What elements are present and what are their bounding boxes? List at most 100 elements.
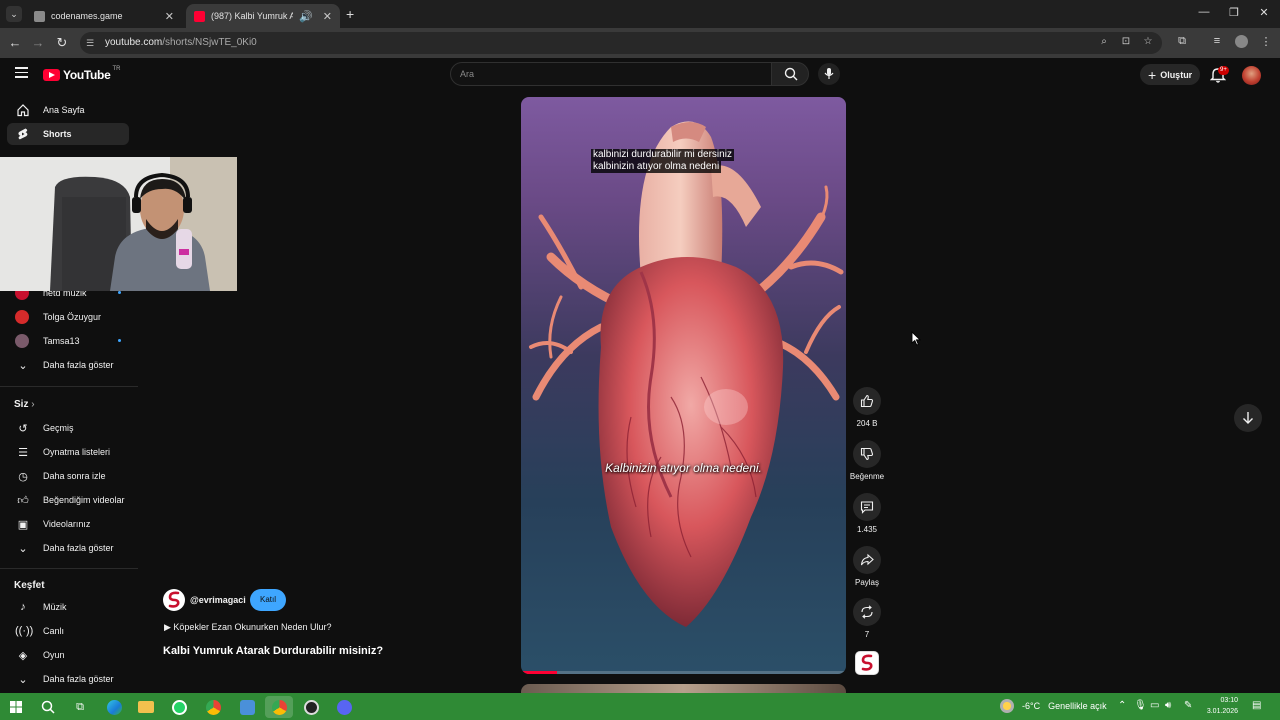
install-app-icon[interactable]: ⊡ [1119, 36, 1133, 47]
account-avatar[interactable] [1242, 66, 1261, 85]
system-clock[interactable]: 03:10 3.01.2026 [1198, 695, 1238, 717]
arrow-down-icon [1243, 412, 1253, 424]
task-view-button[interactable]: ⧉ [66, 696, 94, 718]
whatsapp-icon [171, 699, 187, 715]
related-video-link[interactable]: ▶ Köpekler Ezan Okunurken Neden Ulur? [164, 622, 332, 633]
browser-tab-codenames[interactable]: codenames.game ✕ [26, 4, 182, 28]
media-control-icon[interactable]: ≡ [1209, 35, 1225, 47]
browser-menu-icon[interactable]: ⋮ [1258, 35, 1274, 48]
taskbar-app-obs[interactable] [297, 696, 325, 718]
like-count: 204 B [856, 419, 878, 428]
sidebar-item-gaming[interactable]: ◈ Oyun [7, 644, 129, 666]
notification-center-icon[interactable]: ▤ [1252, 700, 1261, 711]
shorts-video-player[interactable]: kalbinizi durdurabilir mi dersiniz kalbi… [521, 97, 846, 674]
taskbar-app-discord[interactable] [330, 696, 358, 718]
sidebar-subs-show-more[interactable]: ⌄ Daha fazla göster [7, 354, 129, 376]
sidebar-item-history[interactable]: ↺ Geçmiş [7, 417, 129, 439]
window-close-icon[interactable]: ✕ [1256, 6, 1272, 19]
menu-icon[interactable] [15, 67, 28, 81]
channel-name[interactable]: @evrimagaci [190, 595, 246, 605]
taskbar-app-chrome[interactable] [199, 696, 227, 718]
comment-icon [860, 501, 874, 514]
sidebar-you-show-more[interactable]: ⌄ Daha fazla göster [7, 537, 129, 559]
restore-icon[interactable]: ❐ [1226, 6, 1242, 19]
chevron-down-icon: ⌄ [18, 542, 28, 555]
browser-tab-strip: ⌄ codenames.game ✕ (987) Kalbi Yumruk At… [0, 0, 1280, 28]
sidebar-item-your-videos[interactable]: ▣ Videolarınız [7, 513, 129, 535]
volume-icon[interactable]: 🔊︎ [1165, 700, 1171, 711]
microphone-icon[interactable]: 🎙︎ [1134, 700, 1147, 711]
sidebar-item-music[interactable]: ♪ Müzik [7, 596, 129, 618]
divider [0, 568, 138, 569]
browser-tab-youtube[interactable]: (987) Kalbi Yumruk Atarak D 🔊 ✕ [186, 4, 340, 28]
taskbar-app-edge[interactable] [100, 696, 128, 718]
sound-channel-avatar[interactable] [855, 651, 879, 675]
remix-count: 7 [864, 630, 870, 639]
clock-icon: ◷ [18, 470, 28, 483]
taskbar-app-chrome-active[interactable] [265, 696, 293, 718]
dislike-label: Beğenme [849, 472, 885, 481]
next-short-button[interactable] [1234, 404, 1262, 432]
sidebar-item-home[interactable]: Ana Sayfa [7, 99, 129, 121]
share-button[interactable] [853, 546, 881, 574]
forward-icon[interactable]: → [30, 35, 46, 51]
sidebar-subscription-tamsa13[interactable]: Tamsa13 [7, 330, 129, 352]
network-icon[interactable]: ▭ [1150, 700, 1159, 711]
zoom-icon[interactable]: ⌕ [1097, 36, 1111, 47]
new-tab-button[interactable]: + [346, 6, 354, 22]
sidebar-item-playlists[interactable]: ☰ Oynatma listeleri [7, 441, 129, 463]
sidebar-item-shorts[interactable]: Shorts [7, 123, 129, 145]
close-tab-icon[interactable]: ✕ [165, 10, 174, 23]
taskbar-search-button[interactable] [34, 696, 62, 718]
pen-icon[interactable]: ✎ [1184, 700, 1192, 711]
playlist-icon: ☰ [18, 446, 28, 459]
start-button[interactable] [2, 696, 30, 718]
channel-avatar [15, 310, 29, 324]
taskbar-app-whatsapp[interactable] [165, 696, 193, 718]
chevron-down-icon: ⌄ [18, 359, 28, 372]
video-progress-bar[interactable] [521, 671, 846, 674]
site-info-icon[interactable]: ☰ [86, 37, 98, 49]
youtube-logo[interactable]: YouTube TR [43, 66, 120, 82]
profile-icon[interactable] [1233, 35, 1249, 51]
extensions-icon[interactable]: ⧉ [1174, 35, 1190, 48]
address-bar[interactable]: ☰ youtube.com/shorts/NSjwTE_0Ki0 ⌕ ⊡ ☆ [80, 32, 1162, 54]
close-tab-icon[interactable]: ✕ [323, 10, 332, 23]
weather-widget[interactable]: -6°C Genellikle açık [1000, 699, 1107, 713]
voice-search-button[interactable] [818, 63, 840, 85]
home-icon [17, 104, 29, 117]
windows-logo-icon [10, 701, 22, 713]
search-button[interactable] [771, 62, 809, 86]
minimize-icon[interactable]: — [1196, 6, 1212, 18]
discord-icon [336, 699, 352, 715]
tab-search-button[interactable]: ⌄ [6, 6, 22, 22]
you-section-heading[interactable]: Siz › [14, 399, 35, 410]
back-icon[interactable]: ← [7, 35, 23, 51]
sidebar-item-live[interactable]: ((·)) Canlı [7, 620, 129, 642]
search-box [450, 62, 772, 86]
sidebar-subscription-tolga[interactable]: Tolga Özuygur [7, 306, 129, 328]
bookmark-star-icon[interactable]: ☆ [1141, 36, 1155, 47]
new-content-dot [118, 291, 121, 294]
sidebar-explore-show-more[interactable]: ⌄ Daha fazla göster [7, 668, 129, 690]
create-button[interactable]: + Oluştur [1140, 64, 1201, 85]
comments-button[interactable] [853, 493, 881, 521]
tray-overflow-icon[interactable]: ⌃ [1118, 700, 1126, 711]
remix-button[interactable] [853, 598, 881, 626]
like-button[interactable] [853, 387, 881, 415]
sidebar-item-watch-later[interactable]: ◷ Daha sonra izle [7, 465, 129, 487]
taskbar-app-explorer[interactable] [132, 696, 160, 718]
speaker-icon[interactable]: 🔊 [299, 10, 313, 23]
channel-avatar[interactable] [163, 589, 185, 611]
sidebar-item-liked-videos[interactable]: 👍︎ Beğendiğim videolar [7, 489, 129, 511]
mouse-cursor-icon [911, 331, 921, 346]
dislike-button[interactable] [853, 440, 881, 468]
video-caption-top: kalbinizi durdurabilir mi dersiniz kalbi… [591, 149, 734, 173]
join-button[interactable]: Katıl [250, 589, 287, 611]
codenames-favicon-icon [34, 10, 45, 22]
taskbar-app-pinned[interactable] [233, 696, 261, 718]
search-input[interactable] [451, 63, 751, 85]
video-progress-fill [521, 671, 557, 674]
url-text[interactable]: youtube.com/shorts/NSjwTE_0Ki0 [105, 37, 257, 48]
reload-icon[interactable]: ↻ [54, 35, 70, 51]
